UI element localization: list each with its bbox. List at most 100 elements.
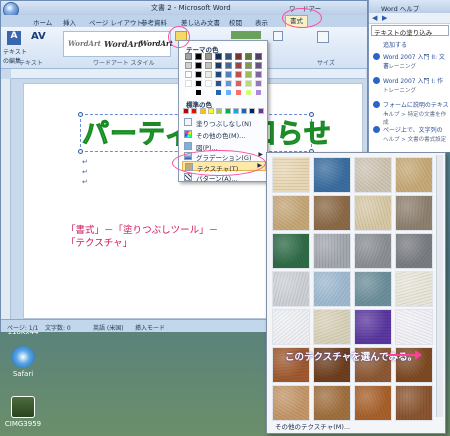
edit-text-icon[interactable]: A xyxy=(7,31,21,45)
texture-tile[interactable] xyxy=(313,271,351,307)
color-swatch[interactable] xyxy=(195,71,202,78)
texture-tile[interactable] xyxy=(313,157,351,193)
texture-tile[interactable] xyxy=(272,233,310,269)
color-swatch[interactable] xyxy=(235,89,242,96)
color-swatch[interactable] xyxy=(241,108,248,114)
color-swatch[interactable] xyxy=(225,71,232,78)
color-swatch[interactable] xyxy=(255,62,262,69)
texture-tile[interactable] xyxy=(354,385,392,421)
status-language[interactable]: 英語 (米国) xyxy=(93,323,124,332)
texture-tile[interactable] xyxy=(272,157,310,193)
color-swatch[interactable] xyxy=(235,62,242,69)
texture-tile[interactable] xyxy=(354,309,392,345)
texture-tile[interactable] xyxy=(272,195,310,231)
color-swatch[interactable] xyxy=(199,108,206,114)
texture-tile[interactable] xyxy=(354,233,392,269)
tab-review[interactable]: 校閲 xyxy=(229,17,242,27)
texture-tile[interactable] xyxy=(395,233,433,269)
texture-tile[interactable] xyxy=(313,309,351,345)
color-swatch[interactable] xyxy=(195,62,202,69)
color-swatch[interactable] xyxy=(183,108,189,114)
color-swatch[interactable] xyxy=(205,89,212,96)
color-swatch[interactable] xyxy=(225,80,232,87)
color-swatch[interactable] xyxy=(245,62,252,69)
texture-tile[interactable] xyxy=(354,157,392,193)
color-swatch[interactable] xyxy=(216,108,223,114)
color-swatch[interactable] xyxy=(225,62,232,69)
color-swatch[interactable] xyxy=(205,80,212,87)
forward-icon[interactable]: ▶ xyxy=(382,14,387,22)
color-swatch[interactable] xyxy=(245,89,252,96)
color-swatch[interactable] xyxy=(225,53,232,60)
photo-desktop-icon[interactable]: CIMG3959 xyxy=(3,396,43,428)
safari-desktop-icon[interactable]: Safari xyxy=(3,346,43,378)
color-swatch[interactable] xyxy=(215,89,222,96)
texture-tile[interactable] xyxy=(272,309,310,345)
tab-home[interactable]: ホーム xyxy=(33,17,52,27)
color-swatch[interactable] xyxy=(245,80,252,87)
color-swatch[interactable] xyxy=(255,71,262,78)
texture-scrollbar[interactable] xyxy=(436,155,443,417)
vertical-ruler[interactable] xyxy=(1,79,11,319)
wordart-sample-2[interactable]: WordArt xyxy=(104,39,142,49)
tab-page-layout[interactable]: ページ レイアウト xyxy=(89,17,143,27)
no-fill-item[interactable]: 塗りつぶしなし(N) xyxy=(182,117,266,128)
color-swatch[interactable] xyxy=(185,89,192,96)
color-swatch[interactable] xyxy=(215,53,222,60)
color-swatch[interactable] xyxy=(245,53,252,60)
color-swatch[interactable] xyxy=(215,62,222,69)
more-colors-item[interactable]: その他の色(M)... xyxy=(182,129,266,140)
color-swatch[interactable] xyxy=(205,53,212,60)
color-swatch[interactable] xyxy=(255,89,262,96)
color-swatch[interactable] xyxy=(245,71,252,78)
color-swatch[interactable] xyxy=(191,108,198,114)
texture-tile[interactable] xyxy=(313,195,351,231)
color-swatch[interactable] xyxy=(195,80,202,87)
wordart-sample-1[interactable]: WordArt xyxy=(68,39,101,48)
color-swatch[interactable] xyxy=(207,108,214,114)
color-swatch[interactable] xyxy=(215,80,222,87)
texture-tile[interactable] xyxy=(395,271,433,307)
color-swatch[interactable] xyxy=(224,108,231,114)
color-swatch[interactable] xyxy=(257,108,264,114)
help-search-input[interactable]: テキストの塗り込み xyxy=(371,25,449,37)
texture-tile[interactable] xyxy=(395,385,433,421)
color-swatch[interactable] xyxy=(185,53,192,60)
color-swatch[interactable] xyxy=(185,62,192,69)
color-swatch[interactable] xyxy=(235,71,242,78)
shadow-effects-icon[interactable] xyxy=(231,31,261,39)
status-words[interactable]: 文字数: 0 xyxy=(45,323,71,332)
color-swatch[interactable] xyxy=(235,53,242,60)
tab-view[interactable]: 表示 xyxy=(255,17,268,27)
tab-references[interactable]: 参考資料 xyxy=(141,17,167,27)
color-swatch[interactable] xyxy=(255,80,262,87)
tab-mailings[interactable]: 差し込み文書 xyxy=(181,17,220,27)
arrange-icon[interactable] xyxy=(273,31,283,41)
color-swatch[interactable] xyxy=(185,80,192,87)
help-result-link[interactable]: Word 2007 入門 I: 作 xyxy=(383,76,449,85)
color-swatch[interactable] xyxy=(232,108,239,114)
back-icon[interactable]: ◀ xyxy=(372,14,377,22)
color-swatch[interactable] xyxy=(255,53,262,60)
color-swatch[interactable] xyxy=(195,53,202,60)
spacing-icon[interactable]: AV xyxy=(31,31,46,43)
wordart-style-gallery[interactable]: WordArt WordArt WordArt xyxy=(63,31,173,57)
color-swatch[interactable] xyxy=(195,89,202,96)
size-icon[interactable] xyxy=(317,31,329,43)
texture-tile[interactable] xyxy=(272,271,310,307)
texture-tile[interactable] xyxy=(354,271,392,307)
help-search-link[interactable]: 追加する xyxy=(383,40,407,49)
color-swatch[interactable] xyxy=(205,62,212,69)
more-textures-item[interactable]: その他のテクスチャ(M)... xyxy=(275,421,350,431)
texture-tile[interactable] xyxy=(272,385,310,421)
texture-tile[interactable] xyxy=(313,233,351,269)
color-swatch[interactable] xyxy=(215,71,222,78)
status-page[interactable]: ページ: 1/1 xyxy=(7,323,38,332)
help-result-link[interactable]: ページ上で、文字列の xyxy=(383,125,449,134)
color-swatch[interactable] xyxy=(235,80,242,87)
texture-tile[interactable] xyxy=(395,309,433,345)
texture-tile[interactable] xyxy=(313,385,351,421)
color-swatch[interactable] xyxy=(249,108,256,114)
tab-insert[interactable]: 挿入 xyxy=(63,17,76,27)
status-mode[interactable]: 挿入モード xyxy=(135,323,165,332)
